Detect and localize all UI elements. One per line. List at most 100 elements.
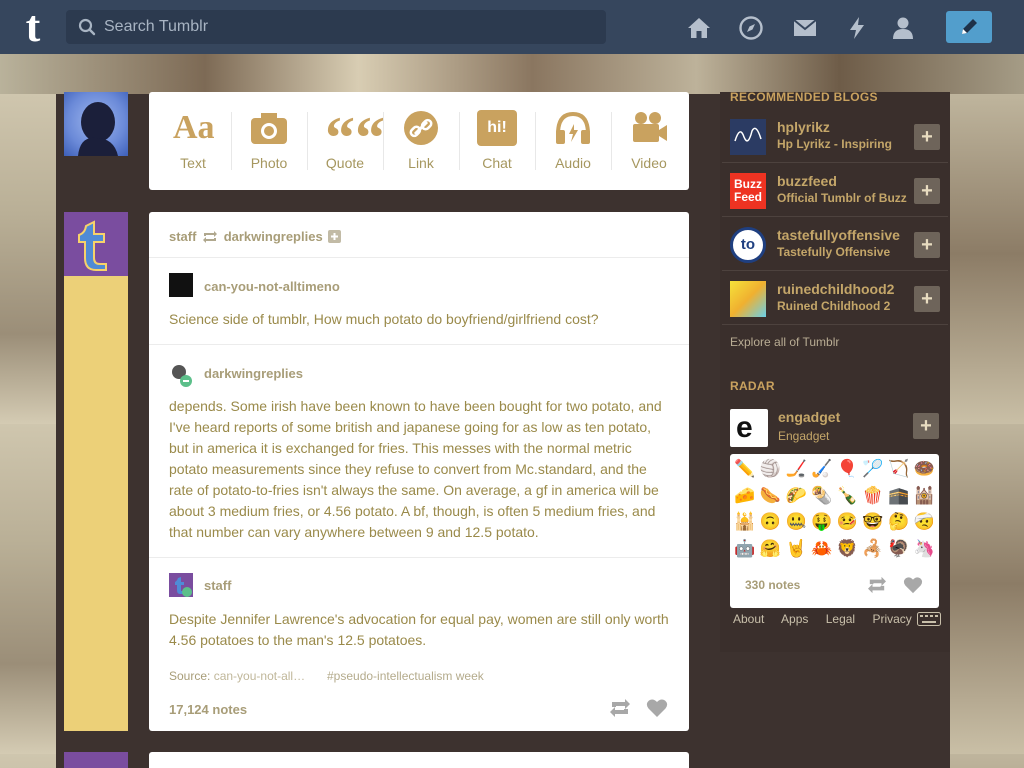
like-heart-icon[interactable] bbox=[646, 698, 668, 718]
blog-title: Official Tumblr of BuzzFeed bbox=[777, 191, 907, 205]
emoji-cell: 🦀 bbox=[811, 538, 833, 558]
background-photo-right bbox=[950, 94, 1024, 768]
post-tag[interactable]: #pseudo-intellectualism week bbox=[327, 669, 484, 683]
radar-blog-name[interactable]: engadget bbox=[778, 409, 840, 425]
home-icon[interactable] bbox=[686, 15, 712, 41]
activity-bolt-icon[interactable] bbox=[844, 15, 870, 41]
emoji-cell: 🦂 bbox=[862, 538, 884, 558]
footer-link-legal[interactable]: Legal bbox=[826, 612, 855, 626]
blog-name[interactable]: ruinedchildhood2 bbox=[777, 281, 894, 297]
post-type-audio[interactable]: Audio bbox=[535, 92, 611, 190]
blog-name[interactable]: buzzfeed bbox=[777, 173, 837, 189]
post-type-label: Text bbox=[180, 155, 206, 171]
radar-follow-button[interactable]: + bbox=[913, 413, 939, 439]
footer-link-apps[interactable]: Apps bbox=[781, 612, 808, 626]
source-label: Source: bbox=[169, 669, 211, 683]
engadget-logo[interactable]: e bbox=[730, 409, 768, 447]
tumblr-t-icon bbox=[175, 577, 192, 597]
recommended-blog-item[interactable]: hplyrikz Hp Lyrikz - Inspiring + bbox=[722, 111, 948, 163]
emoji-cell: 🏹 bbox=[887, 459, 910, 478]
radar-post-card[interactable]: ✏️ 🏐 🏒 🏑 🎈 🏸 🏹 🍩 🧀 🌭 🌮 🌯 🍾 🍿 🕋 🕍 🕌 🙃 🤐 🤑 🤒 🤓 🤔 🤕 🤖 🤗 🤘 🦀 🦁 🦂 🦃 🦄 330 no… bbox=[730, 454, 939, 608]
post-type-quote[interactable]: ““ Quote bbox=[307, 92, 385, 190]
emoji-cell: 🌮 bbox=[785, 485, 807, 505]
emoji-cell: 🤐 bbox=[785, 512, 807, 531]
follow-plus-icon[interactable] bbox=[328, 230, 342, 244]
tumblr-t-icon bbox=[78, 220, 107, 271]
inbox-mail-icon[interactable] bbox=[792, 15, 818, 41]
notes-count[interactable]: 17,124 notes bbox=[169, 702, 247, 717]
video-camera-icon bbox=[633, 112, 667, 142]
emoji-cell: 🕍 bbox=[913, 485, 935, 505]
post-type-label: Chat bbox=[482, 155, 512, 171]
blog-title: Hp Lyrikz - Inspiring bbox=[777, 137, 892, 151]
staff-avatar[interactable] bbox=[64, 212, 128, 276]
emoji-cell: 🤗 bbox=[759, 538, 782, 558]
divider bbox=[149, 344, 689, 345]
camera-icon bbox=[251, 113, 287, 144]
emoji-cell: 🤓 bbox=[862, 512, 884, 531]
emoji-cell: 🏒 bbox=[785, 459, 807, 478]
footer-link-about[interactable]: About bbox=[733, 612, 764, 626]
explore-compass-icon[interactable] bbox=[738, 15, 764, 41]
follow-button[interactable]: + bbox=[914, 124, 940, 150]
sticky-avatar-strip bbox=[64, 276, 128, 731]
recommended-blog-item[interactable]: Buzz Feed buzzfeed Official Tumblr of Bu… bbox=[722, 165, 948, 217]
compose-button[interactable] bbox=[946, 11, 992, 43]
emoji-cell: 🏸 bbox=[862, 459, 884, 478]
account-person-icon[interactable] bbox=[890, 15, 916, 41]
reblog-blog-name[interactable]: darkwingreplies bbox=[204, 366, 303, 381]
emoji-cell: 🧀 bbox=[734, 485, 756, 505]
reblog-text: Science side of tumblr, How much potato … bbox=[169, 311, 599, 327]
reblog-avatar[interactable] bbox=[169, 363, 193, 387]
explore-all-link[interactable]: Explore all of Tumblr bbox=[730, 335, 839, 349]
reblog-blog-name[interactable]: staff bbox=[204, 578, 231, 593]
post-type-chat[interactable]: hi! Chat bbox=[459, 92, 535, 190]
radar-blog-header: e engadget Engadget + bbox=[730, 407, 940, 453]
emoji-cell: ✏️ bbox=[734, 459, 756, 478]
reblog-blog-name[interactable]: can-you-not-alltimeno bbox=[204, 279, 340, 294]
reblogged-from-name[interactable]: darkwingreplies bbox=[224, 229, 323, 244]
keyboard-shortcuts-icon[interactable] bbox=[917, 612, 941, 626]
follow-button[interactable]: + bbox=[914, 178, 940, 204]
reblog-avatar[interactable] bbox=[169, 273, 193, 297]
post-type-text[interactable]: Aa Text bbox=[155, 92, 231, 190]
post-blog-name[interactable]: staff bbox=[169, 229, 196, 244]
emoji-cell: 🍩 bbox=[913, 459, 935, 478]
reblog-arrow-icon bbox=[203, 230, 218, 243]
compose-pencil-icon bbox=[962, 19, 977, 34]
emoji-cell: 🍾 bbox=[836, 485, 858, 505]
emoji-cell: 🍿 bbox=[862, 485, 884, 505]
tumblr-logo[interactable]: t bbox=[16, 5, 50, 49]
user-avatar[interactable] bbox=[64, 92, 128, 156]
reblog-avatar[interactable] bbox=[169, 573, 193, 597]
reblog-icon[interactable] bbox=[866, 576, 888, 594]
link-icon bbox=[404, 111, 438, 145]
blog-title: Ruined Childhood 2 bbox=[777, 299, 891, 313]
recommended-blog-item[interactable]: ruinedchildhood2 Ruined Childhood 2 + bbox=[722, 273, 948, 325]
blog-avatar bbox=[730, 281, 766, 317]
emoji-cell: 🤖 bbox=[734, 538, 756, 558]
tastefully-offensive-logo: to bbox=[730, 227, 766, 263]
like-heart-icon[interactable] bbox=[902, 576, 924, 594]
radar-notes-count[interactable]: 330 notes bbox=[745, 578, 800, 592]
reblog-text: Despite Jennifer Lawrence's advocation f… bbox=[169, 611, 669, 648]
post-type-link[interactable]: Link bbox=[383, 92, 459, 190]
follow-button[interactable]: + bbox=[914, 286, 940, 312]
blog-name[interactable]: tastefullyoffensive bbox=[777, 227, 900, 243]
footer-link-privacy[interactable]: Privacy bbox=[872, 612, 911, 626]
search-box[interactable] bbox=[66, 10, 606, 44]
follow-button[interactable]: + bbox=[914, 232, 940, 258]
recommended-blog-item[interactable]: to tastefullyoffensive Tastefully Offens… bbox=[722, 219, 948, 271]
post-type-video[interactable]: Video bbox=[611, 92, 687, 190]
post-type-photo[interactable]: Photo bbox=[231, 92, 307, 190]
post-type-label: Audio bbox=[555, 155, 591, 171]
emoji-cell: 🕌 bbox=[734, 512, 756, 531]
search-input[interactable] bbox=[104, 10, 594, 44]
emoji-cell: 🤘 bbox=[785, 538, 807, 558]
blog-name[interactable]: hplyrikz bbox=[777, 119, 830, 135]
next-post-avatar[interactable] bbox=[64, 752, 128, 768]
next-post bbox=[149, 752, 689, 768]
source-link[interactable]: can-you-not-all… bbox=[214, 669, 305, 683]
post-type-label: Link bbox=[408, 155, 434, 171]
reblog-icon[interactable] bbox=[609, 698, 631, 718]
